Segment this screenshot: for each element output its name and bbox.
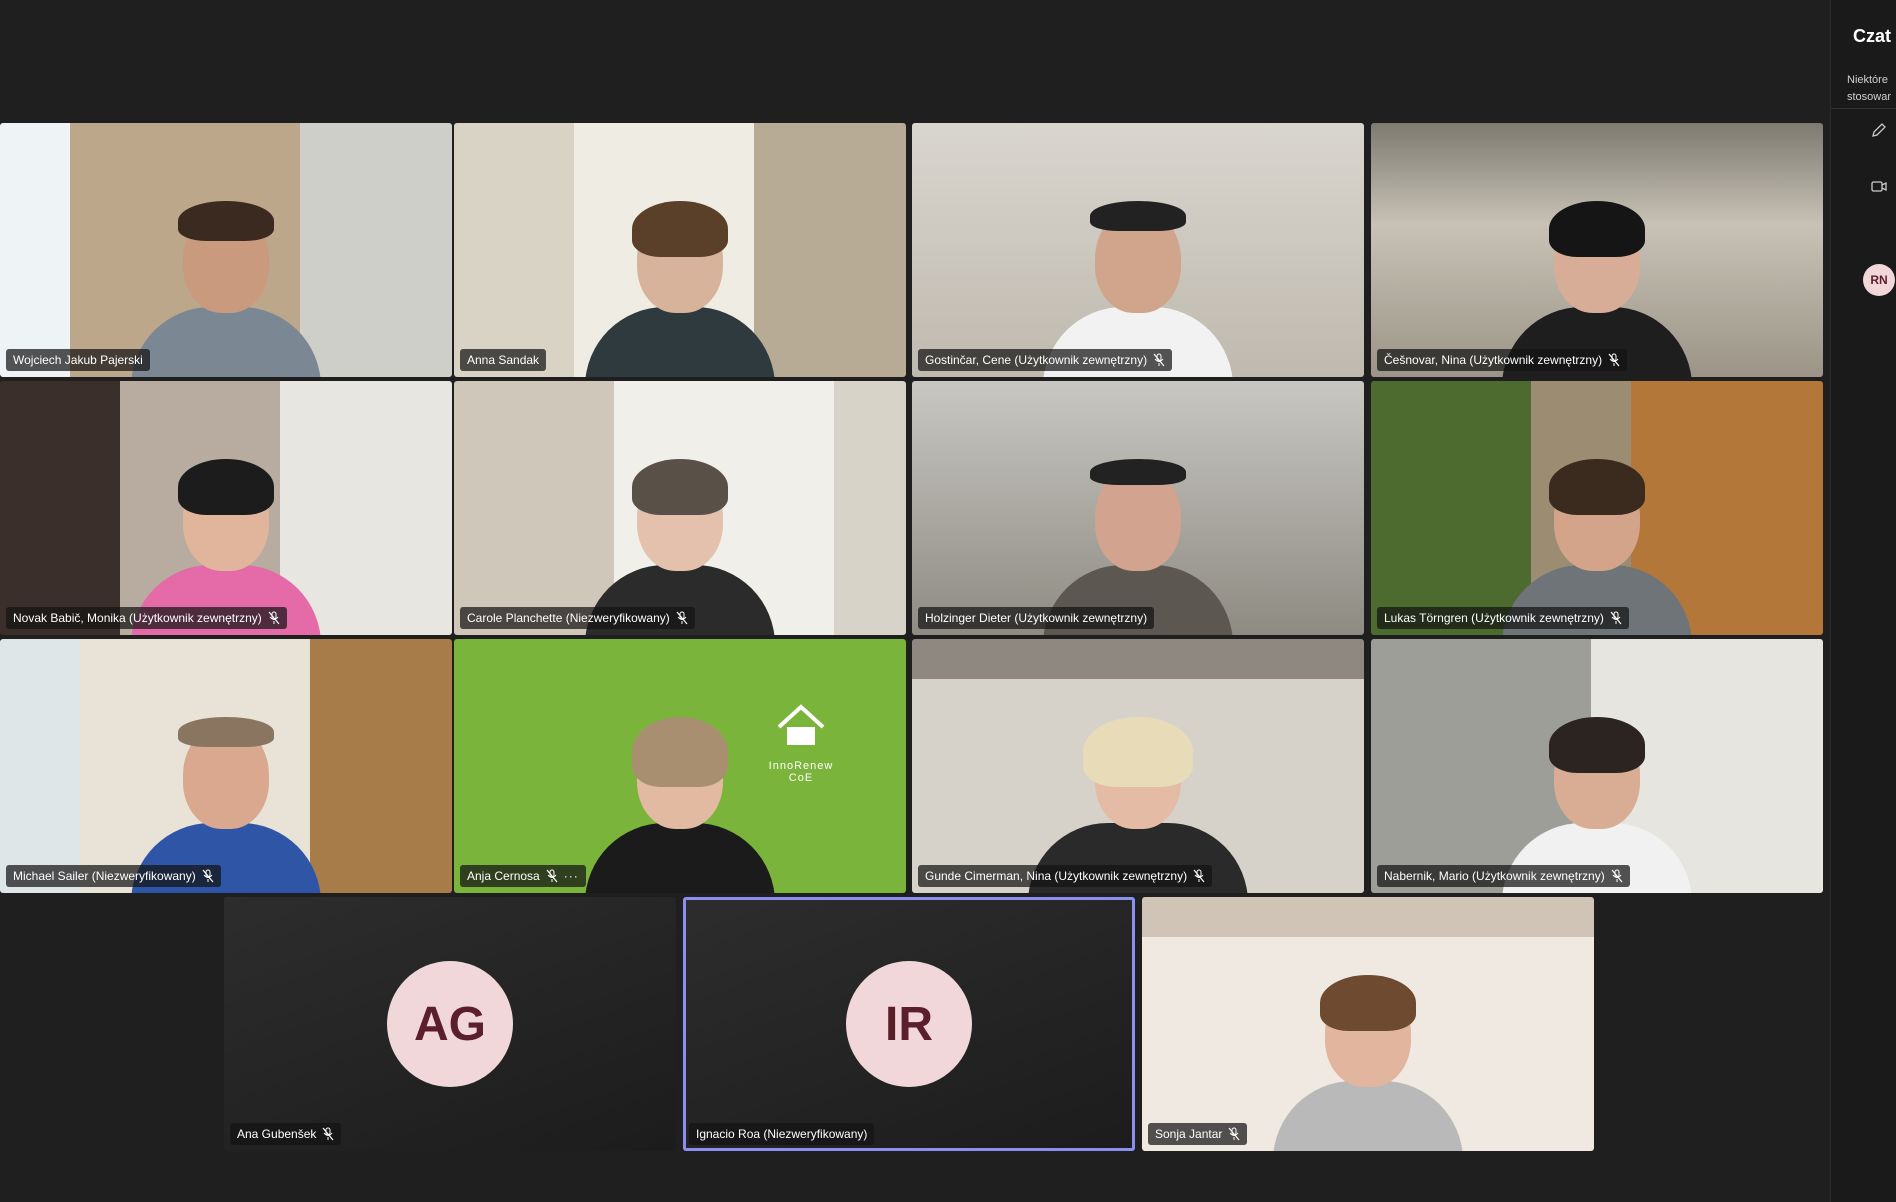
- participant-name: Novak Babič, Monika (Użytkownik zewnętrz…: [13, 611, 262, 625]
- participant-tile[interactable]: Carole Planchette (Niezweryfikowany): [454, 381, 906, 635]
- avatar-initials: RN: [1870, 273, 1888, 287]
- participant-name-label: Novak Babič, Monika (Użytkownik zewnętrz…: [6, 607, 287, 629]
- video-icon[interactable]: [1869, 176, 1889, 196]
- participant-name-label: Ignacio Roa (Niezweryfikowany): [689, 1123, 875, 1145]
- participant-name-label: Holzinger Dieter (Użytkownik zewnętrzny): [918, 607, 1155, 629]
- mic-off-icon: [676, 611, 688, 625]
- participant-name: Wojciech Jakub Pajerski: [13, 353, 143, 367]
- participant-name-label: Michael Sailer (Niezweryfikowany): [6, 865, 221, 887]
- participant-tile[interactable]: Lukas Törngren (Użytkownik zewnętrzny): [1371, 381, 1823, 635]
- participant-tile-speaking[interactable]: IR Ignacio Roa (Niezweryfikowany): [683, 897, 1135, 1151]
- mic-off-icon: [268, 611, 280, 625]
- avatar: IR: [846, 961, 972, 1087]
- avatar: AG: [387, 961, 513, 1087]
- participant-name: Sonja Jantar: [1155, 1127, 1223, 1141]
- participant-name: Holzinger Dieter (Użytkownik zewnętrzny): [925, 611, 1148, 625]
- participant-name: Anja Cernosa: [467, 869, 540, 883]
- participant-name-label: Wojciech Jakub Pajerski: [6, 349, 150, 371]
- participant-name: Gunde Cimerman, Nina (Użytkownik zewnętr…: [925, 869, 1188, 883]
- mic-off-icon: [322, 1127, 334, 1141]
- participant-tile[interactable]: Gunde Cimerman, Nina (Użytkownik zewnętr…: [912, 639, 1364, 893]
- participant-tile[interactable]: Novak Babič, Monika (Użytkownik zewnętrz…: [0, 381, 452, 635]
- avatar-initials: IR: [885, 997, 933, 1051]
- participant-tile[interactable]: Sonja Jantar: [1142, 897, 1594, 1151]
- house-logo-icon: [777, 704, 825, 745]
- video-grid: Wojciech Jakub Pajerski Anna Sandak Gost…: [0, 0, 1830, 1202]
- participant-tile[interactable]: Češnovar, Nina (Użytkownik zewnętrzny): [1371, 123, 1823, 377]
- participant-name: Ana Gubenšek: [237, 1127, 317, 1141]
- participant-name: Lukas Törngren (Użytkownik zewnętrzny): [1384, 611, 1604, 625]
- participant-name: Gostinčar, Cene (Użytkownik zewnętrzny): [925, 353, 1148, 367]
- mic-off-icon: [1610, 611, 1622, 625]
- participant-name-label: Gostinčar, Cene (Użytkownik zewnętrzny): [918, 349, 1173, 371]
- participant-tile[interactable]: Nabernik, Mario (Użytkownik zewnętrzny): [1371, 639, 1823, 893]
- chat-side-panel: Czat s Niektóre stosowar RN: [1830, 0, 1896, 1202]
- participant-name-label: Anna Sandak: [460, 349, 547, 371]
- avatar-initials: AG: [414, 997, 486, 1051]
- participant-tile[interactable]: Anna Sandak: [454, 123, 906, 377]
- more-options-icon[interactable]: ···: [564, 868, 579, 884]
- participant-name-label: Carole Planchette (Niezweryfikowany): [460, 607, 695, 629]
- participant-tile[interactable]: Michael Sailer (Niezweryfikowany): [0, 639, 452, 893]
- chat-notice-line: Niektóre: [1847, 74, 1888, 86]
- participant-name-label: Nabernik, Mario (Użytkownik zewnętrzny): [1377, 865, 1630, 887]
- chat-panel-notice: Niektóre stosowar: [1847, 72, 1891, 106]
- participant-name-label: Anja Cernosa ···: [460, 865, 586, 887]
- chat-panel-title: Czat s: [1853, 26, 1896, 46]
- edit-icon[interactable]: [1869, 120, 1889, 140]
- participant-name-label: Sonja Jantar: [1148, 1123, 1248, 1145]
- mic-off-icon: [1153, 353, 1165, 367]
- participant-name-label: Gunde Cimerman, Nina (Użytkownik zewnętr…: [918, 865, 1213, 887]
- mic-off-icon: [546, 869, 558, 883]
- participant-name: Češnovar, Nina (Użytkownik zewnętrzny): [1384, 353, 1603, 367]
- participant-tile[interactable]: Gostinčar, Cene (Użytkownik zewnętrzny): [912, 123, 1364, 377]
- participant-tile[interactable]: Wojciech Jakub Pajerski: [0, 123, 452, 377]
- participant-name-label: Češnovar, Nina (Użytkownik zewnętrzny): [1377, 349, 1628, 371]
- mic-off-icon: [1608, 353, 1620, 367]
- mic-off-icon: [1228, 1127, 1240, 1141]
- participant-tile[interactable]: Holzinger Dieter (Użytkownik zewnętrzny): [912, 381, 1364, 635]
- chat-participant-avatar[interactable]: RN: [1863, 264, 1895, 296]
- mic-off-icon: [1611, 869, 1623, 883]
- chat-notice-line: stosowar: [1847, 91, 1892, 103]
- participant-tile[interactable]: AG Ana Gubenšek: [224, 897, 676, 1151]
- participant-name: Carole Planchette (Niezweryfikowany): [467, 611, 670, 625]
- participant-name: Anna Sandak: [467, 353, 540, 367]
- divider: [1831, 108, 1896, 109]
- mic-off-icon: [1193, 869, 1205, 883]
- participant-name-label: Ana Gubenšek: [230, 1123, 342, 1145]
- participant-name: Ignacio Roa (Niezweryfikowany): [696, 1127, 868, 1141]
- participant-tile[interactable]: InnoRenew CoE Anja Cernosa ···: [454, 639, 906, 893]
- mic-off-icon: [202, 869, 214, 883]
- participant-name-label: Lukas Törngren (Użytkownik zewnętrzny): [1377, 607, 1629, 629]
- participant-name: Michael Sailer (Niezweryfikowany): [13, 869, 196, 883]
- participant-name: Nabernik, Mario (Użytkownik zewnętrzny): [1384, 869, 1605, 883]
